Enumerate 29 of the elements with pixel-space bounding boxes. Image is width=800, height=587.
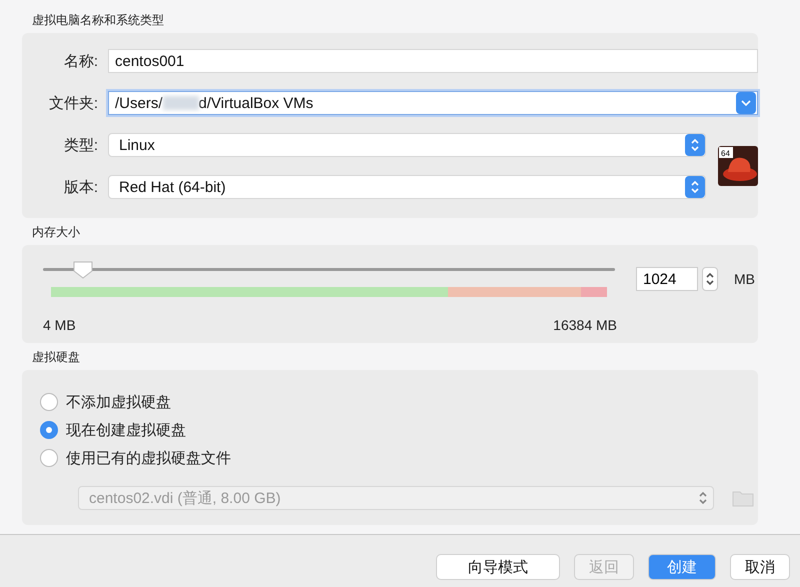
- updown-icon[interactable]: [685, 176, 705, 198]
- radio-button[interactable]: [40, 449, 58, 467]
- field-label: 文件夹:: [48, 94, 98, 112]
- radio-label[interactable]: 不添加虚拟硬盘: [66, 392, 171, 412]
- slider-thumb[interactable]: [73, 261, 94, 279]
- field-label: 版本:: [62, 178, 98, 196]
- dialog-button[interactable]: 取消: [730, 554, 790, 580]
- type-select[interactable]: Linux: [108, 133, 706, 157]
- version-select[interactable]: Red Hat (64-bit): [108, 175, 706, 199]
- updown-icon[interactable]: [685, 134, 705, 156]
- name-field[interactable]: centos001: [108, 49, 758, 73]
- dialog-button[interactable]: 向导模式: [436, 554, 560, 580]
- radio-label[interactable]: 现在创建虚拟硬盘: [66, 420, 186, 440]
- unit-label: MB: [734, 271, 755, 287]
- folder-combo[interactable]: /Users/ d/VirtualBox VMs: [108, 91, 758, 115]
- chevron-down-icon[interactable]: [736, 92, 756, 114]
- section-title: 虚拟硬盘: [32, 349, 81, 366]
- memory-field[interactable]: 1024: [636, 267, 698, 291]
- stepper-icon[interactable]: [702, 267, 718, 291]
- radio-button[interactable]: [40, 421, 58, 439]
- radio-label[interactable]: 使用已有的虚拟硬盘文件: [66, 448, 231, 468]
- section-title: 内存大小: [32, 224, 81, 241]
- section-title: 虚拟电脑名称和系统类型: [32, 12, 165, 29]
- min-label: 4 MB: [43, 317, 76, 333]
- field-label: 类型:: [62, 136, 98, 154]
- radio-button[interactable]: [40, 393, 58, 411]
- hat-icon: 64: [718, 146, 758, 186]
- max-label: 16384 MB: [553, 317, 617, 333]
- field-label: 名称:: [62, 52, 98, 70]
